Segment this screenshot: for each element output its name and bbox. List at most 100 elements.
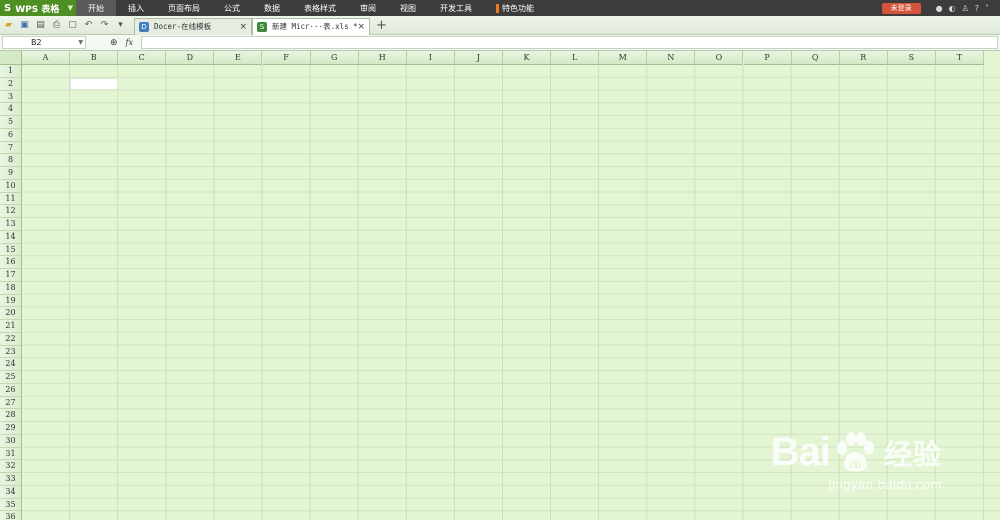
row-header[interactable]: 7 (0, 141, 22, 155)
wps-spreadsheet-window: S WPS 表格 ▼ 开始 插入 页面布局 公式 数据 表格样式 审阅 视图 开… (0, 0, 1000, 520)
row-header[interactable]: 4 (0, 103, 22, 116)
print-icon[interactable]: ⎙ (50, 19, 63, 32)
close-icon[interactable]: × (239, 22, 247, 32)
column-header[interactable]: N (647, 51, 696, 65)
column-header[interactable]: I (406, 51, 455, 65)
menu-developer[interactable]: 开发工具 (428, 0, 484, 16)
row-header[interactable]: 1 (0, 65, 22, 78)
watermark-url: jingyan.baidu.com (828, 477, 942, 492)
baidu-paw-logo-icon: du (836, 431, 874, 471)
row-header[interactable]: 11 (0, 192, 22, 206)
column-header[interactable]: Q (791, 51, 840, 65)
docer-icon: D (139, 21, 149, 32)
menu-formulas[interactable]: 公式 (212, 0, 252, 16)
row-header[interactable]: 17 (0, 269, 22, 282)
column-header[interactable]: F (262, 51, 311, 65)
login-button[interactable]: 未登录 (881, 2, 921, 14)
row-header[interactable]: 19 (0, 294, 22, 308)
row-header[interactable]: 9 (0, 167, 22, 180)
name-box[interactable]: B2 ▼ (2, 36, 86, 49)
row-header[interactable]: 13 (0, 218, 22, 231)
column-header[interactable]: M (599, 51, 648, 65)
row-header[interactable]: 10 (0, 179, 22, 193)
column-header[interactable]: J (454, 51, 503, 65)
menu-view[interactable]: 视图 (388, 0, 428, 16)
column-header[interactable]: R (839, 51, 888, 65)
row-header[interactable]: 28 (0, 409, 22, 422)
menu-special-features[interactable]: 特色功能 (484, 0, 546, 16)
column-header[interactable]: H (358, 51, 407, 65)
select-all-corner[interactable] (0, 51, 22, 65)
column-header[interactable]: T (935, 51, 984, 65)
row-header[interactable]: 14 (0, 230, 22, 244)
row-header[interactable]: 8 (0, 154, 22, 167)
column-header[interactable]: K (503, 51, 552, 65)
row-header[interactable]: 31 (0, 447, 22, 461)
row-header[interactable]: 24 (0, 358, 22, 371)
close-icon[interactable]: × (357, 22, 365, 32)
column-header[interactable]: E (214, 51, 263, 65)
row-header[interactable]: 3 (0, 90, 22, 104)
export-pdf-icon[interactable]: ▤ (34, 19, 47, 32)
print-preview-icon[interactable]: ▢ (66, 19, 79, 32)
svg-text:du: du (849, 459, 861, 471)
chevron-down-icon[interactable]: ˅ (985, 4, 989, 13)
row-header[interactable]: 6 (0, 128, 22, 142)
menu-data[interactable]: 数据 (252, 0, 292, 16)
row-header[interactable]: 20 (0, 307, 22, 320)
active-cell-b2[interactable] (70, 77, 118, 90)
column-header[interactable]: A (22, 51, 71, 65)
column-header[interactable]: C (118, 51, 167, 65)
settings-icon[interactable]: ● (936, 4, 943, 13)
row-header[interactable]: 34 (0, 485, 22, 499)
column-header[interactable]: G (310, 51, 359, 65)
zoom-search-icon[interactable]: ⊕ (110, 38, 118, 48)
column-header[interactable]: B (70, 51, 119, 65)
row-header[interactable]: 21 (0, 320, 22, 333)
menu-page-layout[interactable]: 页面布局 (156, 0, 212, 16)
app-menu-button[interactable]: S WPS 表格 ▼ (0, 0, 76, 16)
menu-table-style[interactable]: 表格样式 (292, 0, 348, 16)
undo-icon[interactable]: ↶ (82, 19, 95, 32)
tab-current-workbook[interactable]: S 新建 Micr···表.xls * × (252, 17, 370, 35)
row-header[interactable]: 23 (0, 345, 22, 359)
row-header[interactable]: 35 (0, 498, 22, 512)
quick-access-toolbar: ▰ ▣ ▤ ⎙ ▢ ↶ ↷ ▾ D Docer-在线模板 × S 新建 Micr… (0, 16, 1000, 35)
row-header[interactable]: 27 (0, 396, 22, 410)
menu-bar: S WPS 表格 ▼ 开始 插入 页面布局 公式 数据 表格样式 审阅 视图 开… (0, 0, 1000, 16)
help-icon[interactable]: ? (975, 4, 979, 13)
row-header[interactable]: 30 (0, 434, 22, 448)
row-header[interactable]: 18 (0, 281, 22, 295)
insert-function-button[interactable]: fx (126, 38, 133, 47)
new-tab-plus-icon[interactable]: + (376, 18, 387, 33)
skin-icon[interactable]: ♙ (962, 4, 969, 13)
column-header[interactable]: S (887, 51, 936, 65)
menu-review[interactable]: 审阅 (348, 0, 388, 16)
row-header[interactable]: 32 (0, 460, 22, 473)
row-header[interactable]: 22 (0, 332, 22, 346)
chevron-down-icon[interactable]: ▼ (78, 37, 83, 48)
row-header[interactable]: 2 (0, 77, 22, 91)
save-icon[interactable]: ▣ (18, 19, 31, 32)
row-header[interactable]: 29 (0, 422, 22, 435)
formula-input[interactable] (141, 36, 998, 49)
row-header[interactable]: 16 (0, 256, 22, 269)
chevron-down-icon[interactable]: ▾ (114, 19, 127, 32)
open-folder-icon[interactable]: ▰ (2, 19, 15, 32)
row-header[interactable]: 33 (0, 473, 22, 486)
tab-docer-templates[interactable]: D Docer-在线模板 × (134, 17, 252, 35)
column-header[interactable]: O (695, 51, 744, 65)
refresh-icon[interactable]: ◐ (949, 4, 956, 13)
menu-insert[interactable]: 插入 (116, 0, 156, 16)
menu-home[interactable]: 开始 (76, 0, 116, 16)
row-header[interactable]: 25 (0, 371, 22, 384)
column-header[interactable]: L (551, 51, 600, 65)
row-header[interactable]: 5 (0, 116, 22, 129)
row-header[interactable]: 26 (0, 383, 22, 397)
column-header[interactable]: P (743, 51, 792, 65)
redo-icon[interactable]: ↷ (98, 19, 111, 32)
row-header[interactable]: 15 (0, 243, 22, 257)
row-header[interactable]: 12 (0, 205, 22, 218)
column-header[interactable]: D (166, 51, 215, 65)
row-header[interactable]: 36 (0, 511, 22, 520)
